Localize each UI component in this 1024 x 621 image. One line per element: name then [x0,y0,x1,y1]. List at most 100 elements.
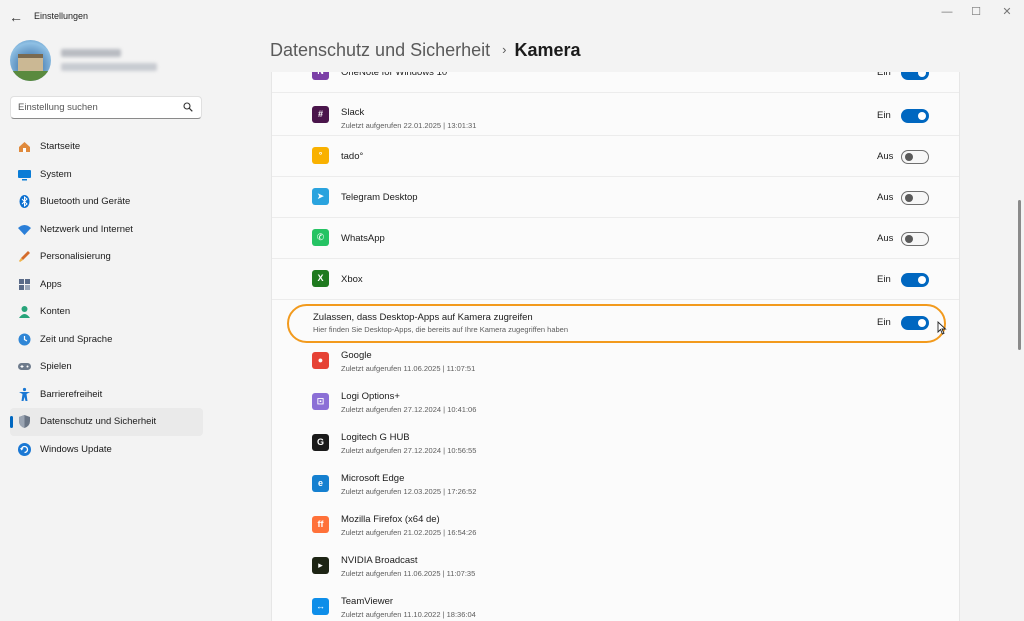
toggle-state-label: Ein [877,274,891,285]
toggle-state-label: Ein [877,72,891,78]
sidebar-item-label: Spielen [40,361,72,372]
toggle-state-label: Aus [877,233,894,244]
sidebar-item-system[interactable]: System [10,161,203,189]
xbox-icon: X [312,270,329,287]
breadcrumb-parent[interactable]: Datenschutz und Sicherheit [270,40,490,60]
active-indicator [10,416,13,428]
sidebar-item-barrierefreiheit[interactable]: Barrierefreiheit [10,381,203,409]
toggle-state-label: Ein [877,110,891,121]
search-input[interactable] [18,97,178,118]
app-name: WhatsApp [341,233,385,244]
permission-toggle[interactable] [901,191,929,205]
sidebar-nav: Startseite System Bluetooth und Geräte Netz… [10,133,203,463]
settings-search[interactable] [10,96,202,119]
toggle-state-label: Aus [877,151,894,162]
page-title: Kamera [514,40,581,60]
sidebar-item-personalisierung[interactable]: Personalisierung [10,243,203,271]
app-name: NVIDIA Broadcast [341,555,418,566]
permission-toggle[interactable] [901,273,929,287]
app-name: Telegram Desktop [341,192,418,203]
telegram-icon: ➤ [312,188,329,205]
sidebar-item-label: Konten [40,306,71,317]
toggle-knob [905,235,913,243]
sidebar-item-label: Bluetooth und Geräte [40,196,131,207]
breadcrumb: Datenschutz und Sicherheit › Kamera [270,40,581,66]
app-last-access: Zuletzt aufgerufen 11.10.2022 | 18:36:04 [341,610,476,619]
app-icon-glyph: ● [317,355,324,365]
avatar[interactable] [10,40,51,81]
maximize-button[interactable]: ☐ [965,5,987,19]
toggle-knob [905,194,913,202]
sidebar-item-windows-update[interactable]: Windows Update [10,436,203,464]
sidebar-item-netzwerk-und-internet[interactable]: Netzwerk und Internet [10,216,203,244]
app-icon-glyph: # [317,109,323,119]
app-name: Xbox [341,274,363,285]
sidebar-item-datenschutz-und-sicherheit[interactable]: Datenschutz und Sicherheit [10,408,203,436]
sidebar-item-bluetooth-und-geräte[interactable]: Bluetooth und Geräte [10,188,203,216]
desktop-app-row: ▸ NVIDIA Broadcast Zuletzt aufgerufen 11.0… [272,549,959,590]
sidebar-item-label: Zeit und Sprache [40,333,113,345]
app-permission-list: N OneNote for Windows 10 Ein # Slack Zuletzt … [271,72,960,621]
minimize-button[interactable]: — [936,5,958,19]
desktop-app-row: G Logitech G HUB Zuletzt aufgerufen 27.12.… [272,426,959,467]
search-icon[interactable] [183,102,193,112]
app-icon-glyph: ▸ [318,560,323,570]
app-icon-glyph: X [317,273,324,283]
close-button[interactable]: ✕ [996,5,1018,19]
permission-toggle[interactable] [901,150,929,164]
app-name: Slack [341,107,365,118]
monitor-icon [18,169,31,180]
sidebar-item-label: Datenschutz und Sicherheit [40,416,157,427]
wifi-icon [18,224,31,235]
home-icon [19,142,30,152]
app-name: Logi Options+ [341,391,400,402]
app-icon-glyph: ° [318,150,323,160]
sidebar-item-konten[interactable]: Konten [10,298,203,326]
permission-toggle[interactable] [901,72,929,80]
sidebar-item-zeit-und-sprache[interactable]: Zeit und Sprache [10,326,203,354]
app-icon-glyph: ➤ [316,191,325,201]
sidebar-item-spielen[interactable]: Spielen [10,353,203,381]
sidebar-item-label: Personalisierung [40,251,111,262]
clock-globe-icon [18,333,31,345]
desktop-app-row: e Microsoft Edge Zuletzt aufgerufen 12.03.… [272,467,959,508]
user-profile[interactable] [10,40,210,82]
sidebar-item-label: Startseite [40,141,81,152]
logitech-ghub-icon: G [312,434,329,451]
person-icon [19,306,30,318]
app-name: Mozilla Firefox (x64 de) [341,514,440,525]
app-row: # Slack Zuletzt aufgerufen 22.01.2025 | 13… [272,95,959,136]
app-name: Logitech G HUB [341,432,410,443]
permission-toggle[interactable] [901,232,929,246]
toggle-knob [918,72,926,77]
sidebar-item-label: System [40,168,72,180]
desktop-app-row: ↔ TeamViewer Zuletzt aufgerufen 11.10.2022… [272,590,959,621]
app-last-access: Zuletzt aufgerufen 27.12.2024 | 10:41:06 [341,405,477,414]
app-name: TeamViewer [341,596,394,607]
breadcrumb-separator: › [502,42,507,57]
avatar-ground-shape [10,71,51,81]
window-scrollbar[interactable] [1018,200,1021,350]
slack-icon: # [312,106,329,123]
app-row: X Xbox Ein [272,259,959,300]
sidebar-item-apps[interactable]: Apps [10,271,203,299]
sidebar-item-label: Apps [40,278,62,290]
apps-icon [19,278,30,290]
nvidia-broadcast-icon: ▸ [312,557,329,574]
toggle-state-label: Aus [877,192,894,203]
sidebar-item-startseite[interactable]: Startseite [10,133,203,161]
brush-icon [19,251,30,262]
permission-toggle[interactable] [901,109,929,123]
sidebar-item-label: Netzwerk und Internet [40,223,133,235]
teamviewer-icon: ↔ [312,598,329,615]
app-last-access: Zuletzt aufgerufen 12.03.2025 | 17:26:52 [341,487,477,496]
back-button[interactable]: ← [8,9,24,25]
desktop-app-row: ● Google Zuletzt aufgerufen 11.06.2025 | 1… [272,344,959,385]
firefox-icon: ff [312,516,329,533]
app-last-access: Zuletzt aufgerufen 22.01.2025 | 13:01:31 [341,121,477,130]
app-row: ° tado° Aus [272,136,959,177]
toggle-knob [918,112,926,120]
app-icon-glyph: ⊡ [316,396,325,406]
app-icon-glyph: G [316,437,324,447]
app-icon-glyph: e [317,478,323,488]
